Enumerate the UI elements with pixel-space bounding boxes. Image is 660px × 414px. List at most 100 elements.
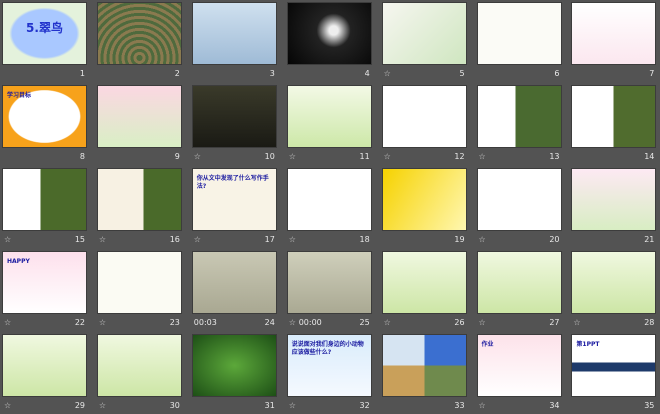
slide-thumbnail[interactable] [381,2,467,65]
slide-item[interactable]: 6 [476,2,563,82]
slide-item[interactable]: ☆ 30 [96,334,183,414]
animation-star-icon[interactable]: ☆ [384,152,391,161]
slide-item[interactable]: 2 [96,2,183,82]
animation-star-icon[interactable]: ☆ [99,318,106,327]
slide-item[interactable]: ☆ 15 [2,168,88,248]
slide-thumbnail[interactable] [571,168,657,231]
slide-item[interactable]: 作业 ☆ 34 [476,334,563,414]
slide-thumbnail[interactable] [571,251,657,314]
slide-thumbnail[interactable] [381,251,467,314]
slide-thumbnail[interactable] [381,85,467,148]
slide-number: 13 [549,152,560,161]
slide-item[interactable]: 5.翠鸟 1 [2,2,88,82]
slide-item[interactable]: ☆ 00:00 25 [286,251,373,331]
animation-star-icon[interactable]: ☆ [194,152,201,161]
slide-thumbnail[interactable] [571,2,657,65]
slide-item[interactable]: 7 [571,2,657,82]
slide-thumbnail[interactable] [286,85,372,148]
slide-item[interactable]: 第1PPT 35 [571,334,657,414]
slide-thumbnail[interactable]: 说说面对我们身边的小动物应该做些什么? [286,334,372,397]
slide-item[interactable]: ☆ 20 [476,168,563,248]
slide-item[interactable]: ☆ 13 [476,85,563,165]
slide-item[interactable]: 14 [571,85,657,165]
slide-title: HAPPY [7,258,30,265]
slide-item[interactable]: ☆ 27 [476,251,563,331]
slide-item[interactable]: 说说面对我们身边的小动物应该做些什么? ☆ 32 [286,334,373,414]
slide-item[interactable]: 21 [571,168,657,248]
slide-label: ☆ 23 [97,318,182,330]
slide-thumbnail[interactable] [2,334,87,397]
animation-star-icon[interactable]: ☆ [479,235,486,244]
animation-star-icon[interactable]: ☆ [573,318,580,327]
slide-item[interactable]: 00:03 24 [191,251,278,331]
slide-thumbnail[interactable]: 作业 [476,334,562,397]
slide-thumbnail[interactable] [286,251,372,314]
animation-star-icon[interactable]: ☆ [194,235,201,244]
animation-star-icon[interactable]: ☆ [289,152,296,161]
animation-star-icon[interactable]: ☆ [384,69,391,78]
slide-item[interactable]: ☆ 28 [571,251,657,331]
slide-item[interactable]: ☆ 23 [96,251,183,331]
slide-item[interactable]: 19 [381,168,468,248]
slide-thumbnail[interactable] [381,334,467,397]
slide-thumbnail[interactable] [2,168,87,231]
slide-thumbnail[interactable]: 你从文中发现了什么写作手法? [191,168,277,231]
animation-star-icon[interactable]: ☆ [4,401,11,410]
animation-star-icon[interactable]: ☆ [4,318,11,327]
slide-thumbnail[interactable] [286,168,372,231]
slide-item[interactable]: 33 [381,334,468,414]
slide-thumbnail[interactable] [96,85,182,148]
slide-item[interactable]: 31 [191,334,278,414]
slide-thumbnail[interactable] [191,334,277,397]
animation-star-icon[interactable]: ☆ [99,401,106,410]
slide-item[interactable]: ☆ 26 [381,251,468,331]
slide-number: 16 [169,235,180,244]
slide-item[interactable]: ☆ 11 [286,85,373,165]
animation-star-icon[interactable]: ☆ [99,235,106,244]
animation-star-icon[interactable]: ☆ [289,401,296,410]
slide-item[interactable]: ☆ 10 [191,85,278,165]
slide-label: 33 [382,401,467,413]
slide-thumbnail[interactable] [476,85,562,148]
slide-thumbnail[interactable] [191,251,277,314]
slide-thumbnail[interactable] [286,2,372,65]
slide-thumbnail[interactable] [96,2,182,65]
slide-item[interactable]: HAPPY ☆ 22 [2,251,88,331]
slide-label: 6 [477,69,562,81]
slide-thumbnail[interactable] [191,2,277,65]
slide-thumbnail[interactable]: 学习目标 [2,85,87,148]
animation-star-icon[interactable]: ☆ [479,152,486,161]
slide-thumbnail[interactable]: 5.翠鸟 [2,2,87,65]
slide-thumbnail[interactable] [381,168,467,231]
slide-thumbnail[interactable] [191,85,277,148]
animation-star-icon[interactable]: ☆ [4,235,11,244]
slide-item[interactable]: ☆ 29 [2,334,88,414]
animation-star-icon[interactable]: ☆ [289,235,296,244]
animation-star-icon[interactable]: ☆ [384,318,391,327]
slide-thumbnail[interactable] [476,168,562,231]
slide-item[interactable]: ☆ 5 [381,2,468,82]
animation-star-icon[interactable]: ☆ [479,318,486,327]
slide-item[interactable]: ☆ 18 [286,168,373,248]
slide-item[interactable]: 4 [286,2,373,82]
slide-thumbnail[interactable] [96,168,182,231]
slide-thumbnail[interactable] [96,251,182,314]
slide-thumbnail[interactable]: 第1PPT [571,334,657,397]
animation-star-icon[interactable]: ☆ [289,318,296,327]
slide-thumbnail[interactable] [96,334,182,397]
slide-thumbnail[interactable] [476,251,562,314]
slide-label: ☆ 32 [287,401,372,413]
slide-item[interactable]: 学习目标 8 [2,85,88,165]
slide-item[interactable]: 9 [96,85,183,165]
slide-number: 20 [549,235,560,244]
slide-item[interactable]: ☆ 12 [381,85,468,165]
animation-star-icon[interactable]: ☆ [479,401,486,410]
slide-item[interactable]: 3 [191,2,278,82]
slide-item[interactable]: ☆ 16 [96,168,183,248]
slide-thumbnail[interactable] [476,2,562,65]
slide-thumbnail[interactable] [571,85,657,148]
slide-item[interactable]: 你从文中发现了什么写作手法? ☆ 17 [191,168,278,248]
slide-number: 4 [364,69,370,78]
slide-thumbnail[interactable]: HAPPY [2,251,87,314]
slide-number: 31 [264,401,275,410]
